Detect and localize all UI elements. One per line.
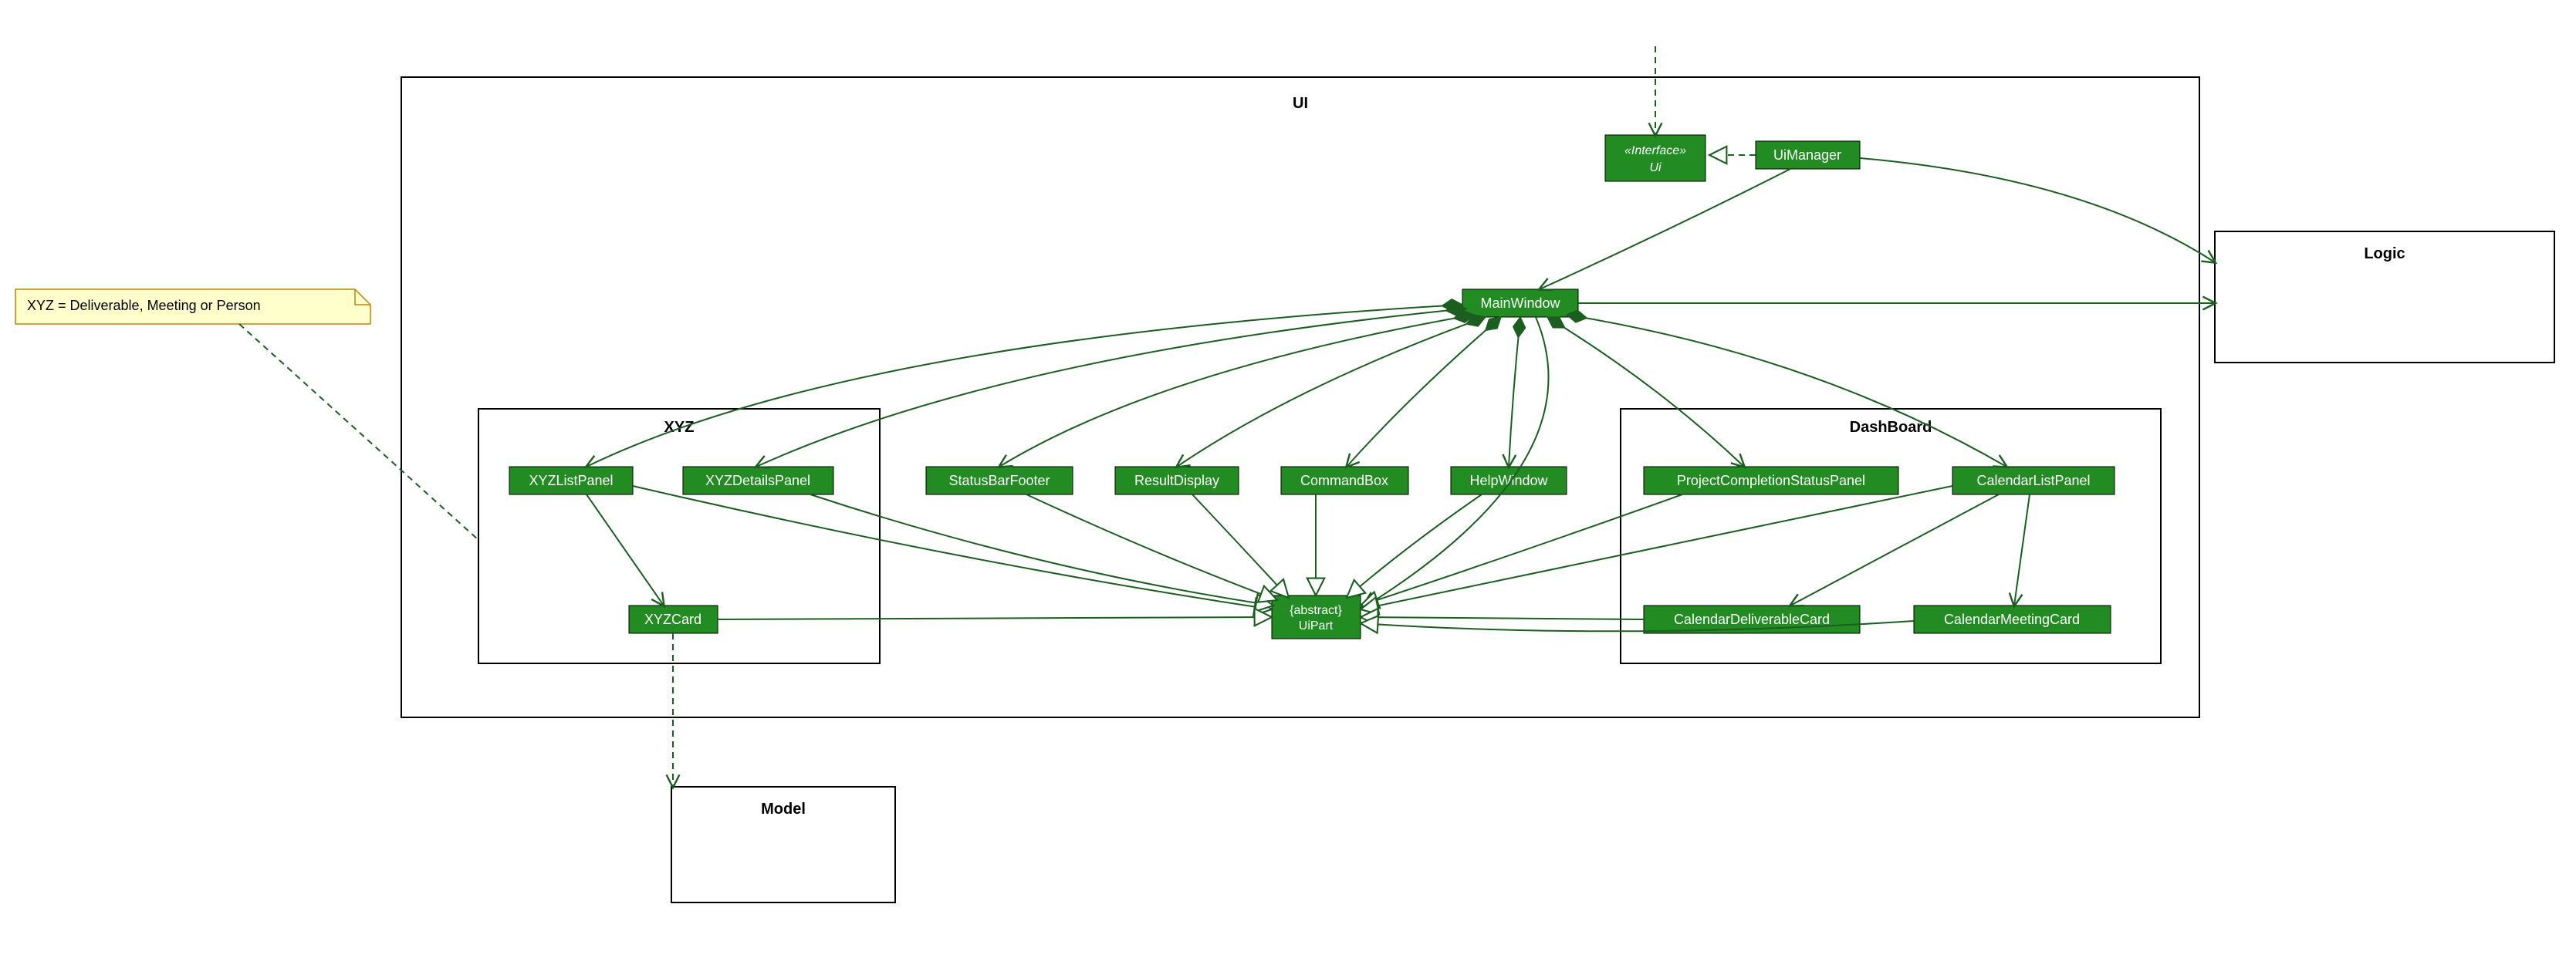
edge-uimanager-to-mainwindow: [1540, 169, 1790, 289]
svg-text:CalendarMeetingCard: CalendarMeetingCard: [1944, 612, 2080, 627]
edge-resultdisplay-to-uipart: [1192, 494, 1289, 598]
package-model: Model: [671, 787, 895, 902]
svg-text:ProjectCompletionStatusPanel: ProjectCompletionStatusPanel: [1677, 473, 1865, 488]
svg-text:XYZListPanel: XYZListPanel: [529, 473, 613, 488]
uml-diagram: UI Logic Model XYZ DashBoard XYZ = Deliv…: [0, 0, 2576, 975]
svg-text:ResultDisplay: ResultDisplay: [1134, 473, 1219, 488]
class-ui-interface: «Interface» Ui: [1605, 135, 1706, 181]
edge-mw-helpwindow: [1509, 317, 1520, 467]
note-text: XYZ = Deliverable, Meeting or Person: [27, 298, 261, 313]
svg-text:Ui: Ui: [1649, 161, 1662, 174]
edge-projcomp-to-uipart: [1361, 494, 1682, 606]
edge-xyzcard-to-uipart: [718, 617, 1272, 619]
edge-calendarlist-to-meetingcard: [2014, 494, 2030, 606]
svg-text:UiManager: UiManager: [1773, 147, 1841, 163]
class-command-box: CommandBox: [1281, 467, 1408, 494]
svg-text:XYZDetailsPanel: XYZDetailsPanel: [705, 473, 810, 488]
edge-mw-projcomp: [1547, 317, 1744, 467]
edge-calendarlist-to-delivcard: [1790, 494, 1999, 606]
note-xyz-meaning: XYZ = Deliverable, Meeting or Person: [15, 289, 370, 324]
svg-text:MainWindow: MainWindow: [1480, 295, 1560, 311]
edge-mainwindow-to-uipart: [1361, 317, 1549, 609]
edge-xyzlistpanel-to-xyzcard: [587, 494, 664, 606]
class-calendar-list-panel: CalendarListPanel: [1952, 467, 2115, 494]
package-ui-label: UI: [1293, 95, 1308, 112]
svg-text:XYZCard: XYZCard: [644, 612, 701, 627]
class-ui-manager: UiManager: [1756, 141, 1860, 169]
svg-text:CommandBox: CommandBox: [1300, 473, 1388, 488]
svg-text:«Interface»: «Interface»: [1624, 144, 1686, 157]
svg-text:CalendarListPanel: CalendarListPanel: [1976, 473, 2090, 488]
edge-mw-xyzdetailspanel: [756, 309, 1466, 467]
svg-text:CalendarDeliverableCard: CalendarDeliverableCard: [1674, 612, 1830, 627]
package-xyz-label: XYZ: [664, 419, 695, 436]
class-result-display: ResultDisplay: [1115, 467, 1239, 494]
edge-uimanager-to-logic: [1860, 158, 2215, 262]
class-xyz-card: XYZCard: [629, 606, 718, 633]
edge-calendardeliv-to-uipart: [1361, 617, 1644, 619]
class-xyz-details-panel: XYZDetailsPanel: [683, 467, 833, 494]
package-logic-label: Logic: [2364, 245, 2405, 262]
class-xyz-list-panel: XYZListPanel: [509, 467, 633, 494]
edge-xyzlistpanel-to-uipart: [633, 486, 1272, 609]
svg-text:StatusBarFooter: StatusBarFooter: [948, 473, 1050, 488]
edge-mw-calendarlist: [1567, 315, 2006, 467]
class-status-bar-footer: StatusBarFooter: [926, 467, 1073, 494]
svg-text:{abstract}: {abstract}: [1290, 604, 1342, 617]
class-main-window: MainWindow: [1462, 289, 1578, 317]
edge-mw-xyzlistpanel: [587, 305, 1462, 467]
package-logic: Logic: [2215, 231, 2554, 363]
svg-text:HelpWindow: HelpWindow: [1469, 473, 1548, 488]
edge-helpwindow-to-uipart: [1347, 494, 1482, 598]
class-help-window: HelpWindow: [1451, 467, 1567, 494]
edge-mw-commandbox: [1347, 317, 1501, 467]
class-calendar-meeting-card: CalendarMeetingCard: [1914, 606, 2111, 633]
class-uipart: {abstract} UiPart: [1272, 595, 1361, 639]
svg-text:UiPart: UiPart: [1299, 619, 1334, 633]
edge-note-anchor: [239, 324, 478, 540]
class-proj-comp-panel: ProjectCompletionStatusPanel: [1644, 467, 1898, 494]
package-model-label: Model: [761, 801, 806, 818]
